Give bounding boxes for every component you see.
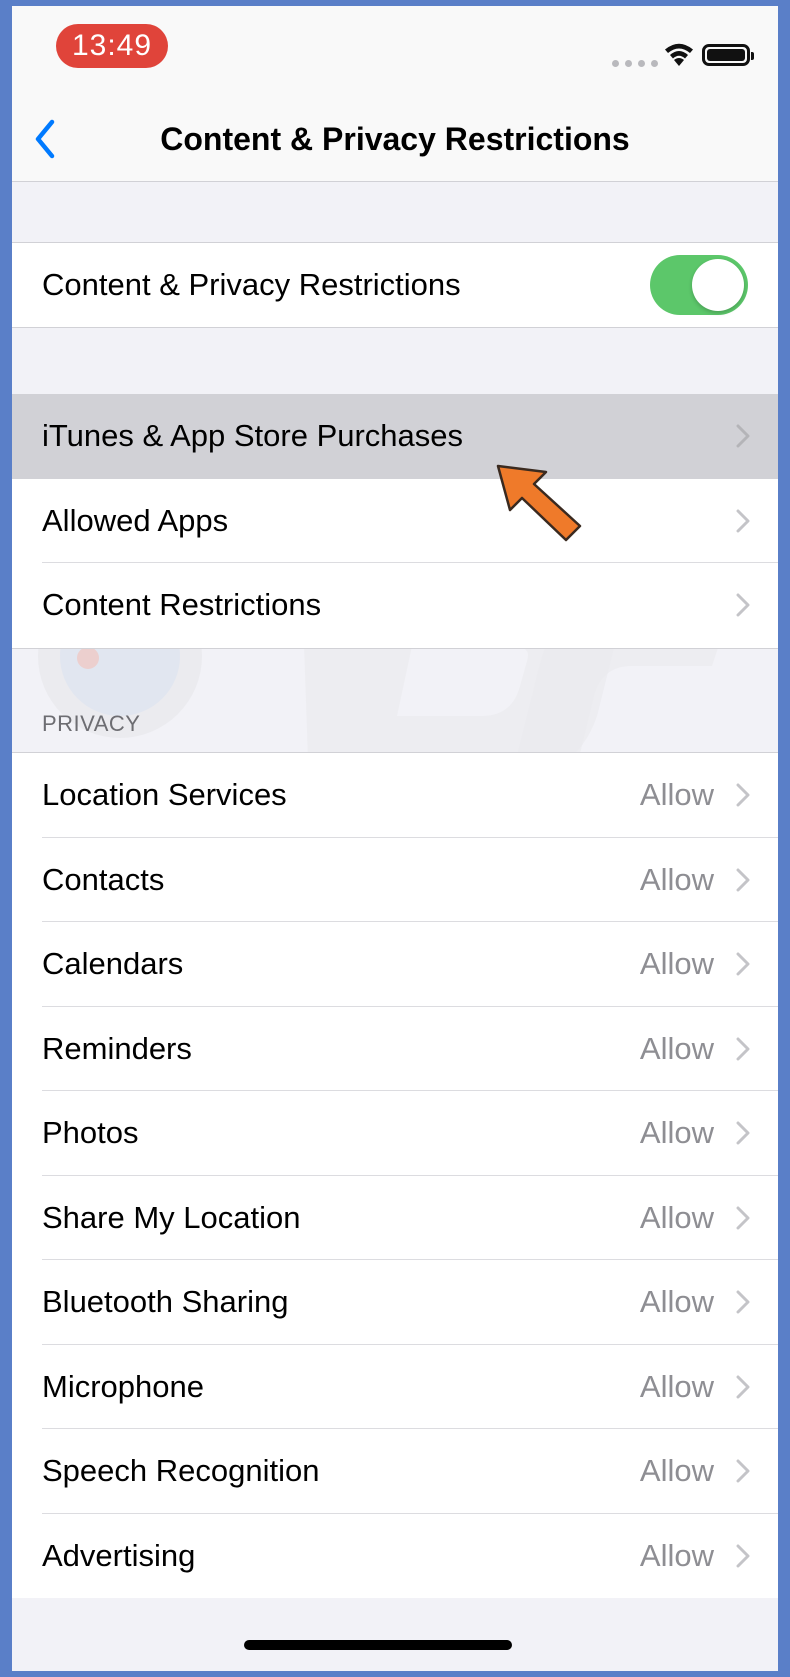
phone-screen: risk.com 13:49 Content & Privacy Restric… (12, 6, 778, 1671)
navigation-bar: Content & Privacy Restrictions (12, 96, 778, 182)
privacy-row-share-my-location[interactable]: Share My Location Allow (12, 1176, 778, 1261)
row-label: Content Restrictions (42, 587, 322, 623)
row-value: Allow (639, 777, 714, 813)
pointer-arrow-icon (496, 464, 582, 542)
row-label: Location Services (42, 777, 287, 813)
status-time[interactable]: 13:49 (56, 24, 168, 68)
privacy-row-photos[interactable]: Photos Allow (12, 1091, 778, 1176)
chevron-right-icon (736, 1121, 750, 1145)
privacy-row-speech-recognition[interactable]: Speech Recognition Allow (12, 1429, 778, 1514)
chevron-right-icon (736, 1544, 750, 1568)
row-value: Allow (639, 1030, 714, 1066)
privacy-row-advertising[interactable]: Advertising Allow (12, 1514, 778, 1599)
back-chevron-icon[interactable] (26, 114, 66, 164)
row-label: Bluetooth Sharing (42, 1284, 289, 1320)
chevron-right-icon (736, 509, 750, 533)
row-label: Share My Location (42, 1199, 301, 1235)
row-value: Allow (639, 946, 714, 982)
cellular-signal-icon (612, 60, 658, 67)
content-restrictions-row[interactable]: Content Restrictions (12, 563, 778, 648)
chevron-right-icon (736, 1290, 750, 1314)
privacy-row-location-services[interactable]: Location Services Allow (12, 753, 778, 838)
row-value: Allow (639, 1199, 714, 1235)
privacy-section-header: PRIVACY (42, 711, 141, 736)
divider (12, 327, 778, 328)
row-label: iTunes & App Store Purchases (42, 418, 464, 454)
divider (12, 648, 778, 649)
privacy-row-reminders[interactable]: Reminders Allow (12, 1007, 778, 1092)
row-value: Allow (639, 861, 714, 897)
content-privacy-toggle-switch[interactable] (650, 255, 748, 315)
store-settings-group: iTunes & App Store Purchases Allowed App… (12, 394, 778, 648)
allowed-apps-row[interactable]: Allowed Apps (12, 479, 778, 564)
row-label: Photos (42, 1115, 139, 1151)
chevron-right-icon (736, 593, 750, 617)
chevron-right-icon (736, 1037, 750, 1061)
status-bar: 13:49 (12, 6, 778, 96)
row-label: Microphone (42, 1368, 204, 1404)
toggle-row-label: Content & Privacy Restrictions (42, 267, 461, 303)
row-value: Allow (639, 1368, 714, 1404)
chevron-right-icon (736, 952, 750, 976)
page-title: Content & Privacy Restrictions (160, 121, 630, 157)
itunes-app-store-purchases-row[interactable]: iTunes & App Store Purchases (12, 394, 778, 479)
row-value: Allow (639, 1284, 714, 1320)
chevron-right-icon (736, 868, 750, 892)
restrictions-toggle-group: Content & Privacy Restrictions (12, 243, 778, 328)
chevron-right-icon (736, 1375, 750, 1399)
home-indicator[interactable] (244, 1640, 512, 1650)
privacy-row-contacts[interactable]: Contacts Allow (12, 838, 778, 923)
row-label: Advertising (42, 1537, 196, 1573)
chevron-right-icon (736, 1206, 750, 1230)
privacy-row-bluetooth-sharing[interactable]: Bluetooth Sharing Allow (12, 1260, 778, 1345)
chevron-right-icon (736, 1459, 750, 1483)
row-value: Allow (639, 1453, 714, 1489)
row-label: Speech Recognition (42, 1453, 320, 1489)
chevron-right-icon (736, 783, 750, 807)
row-label: Reminders (42, 1030, 192, 1066)
wifi-icon (665, 43, 693, 66)
chevron-right-icon (736, 424, 750, 448)
row-label: Contacts (42, 861, 165, 897)
row-value: Allow (639, 1537, 714, 1573)
privacy-row-microphone[interactable]: Microphone Allow (12, 1345, 778, 1430)
toggle-knob (692, 259, 744, 311)
row-label: Calendars (42, 946, 184, 982)
row-value: Allow (639, 1115, 714, 1151)
privacy-row-calendars[interactable]: Calendars Allow (12, 922, 778, 1007)
content-privacy-toggle-row: Content & Privacy Restrictions (12, 243, 778, 328)
privacy-settings-group: Location Services Allow Contacts Allow C… (12, 753, 778, 1598)
row-label: Allowed Apps (42, 502, 229, 538)
battery-icon (702, 44, 754, 66)
